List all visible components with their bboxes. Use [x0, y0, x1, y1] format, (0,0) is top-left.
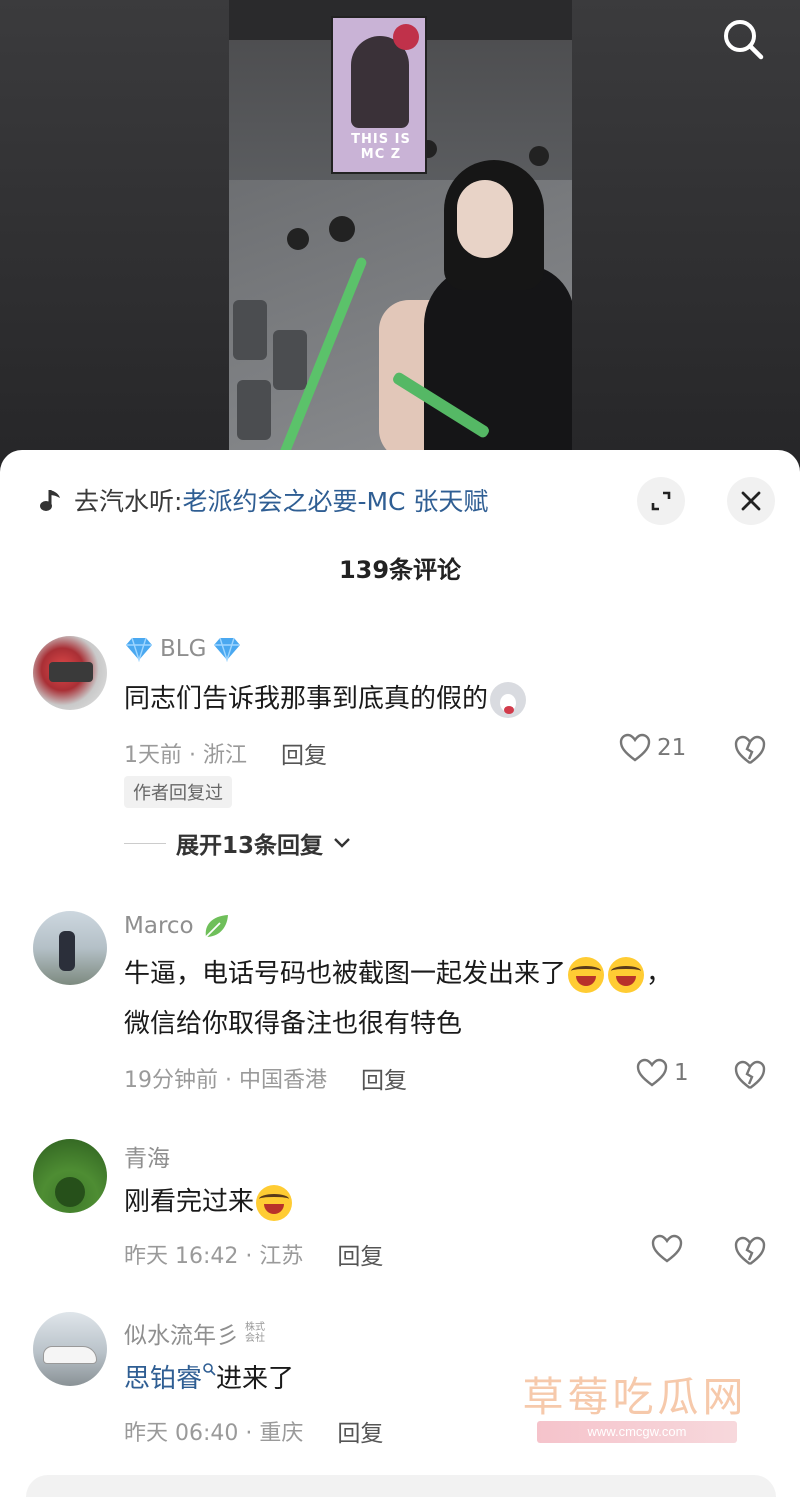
comment-username[interactable]: 似水流年彡 株式会社: [124, 1316, 269, 1350]
concert-banner: THIS IS MC Z: [331, 16, 427, 174]
avatar-person: [59, 931, 75, 971]
seat: [273, 330, 307, 390]
banner-portrait: [351, 36, 409, 128]
comment-body-line: 微信给你取得备注也很有特色: [124, 1009, 463, 1039]
reply-button[interactable]: 回复: [337, 1414, 383, 1448]
music-prefix: 去汽水听:: [74, 487, 183, 516]
comment-input-bar[interactable]: [26, 1475, 776, 1497]
like-button[interactable]: [651, 1234, 689, 1264]
comments-sheet: 去汽水听: 老派约会之必要-MC 张天赋 139条评论 BLG 同志们告诉我那事…: [0, 450, 800, 1497]
avatar[interactable]: [33, 636, 107, 710]
diamond-icon: [214, 637, 241, 662]
comment-body: 刚看完过来: [124, 1187, 255, 1217]
comment-time-location: 1天前 · 浙江: [124, 743, 247, 768]
comment-username[interactable]: BLG: [124, 636, 242, 662]
search-icon: [724, 20, 764, 60]
author-replied-badge: 作者回复过: [124, 776, 232, 808]
comment-text: 牛逼，电话号码也被截图一起发出来了 ， 微信给你取得备注也很有特色: [124, 949, 764, 1049]
comment-username[interactable]: 青海: [124, 1139, 170, 1173]
avatar[interactable]: [33, 1139, 107, 1213]
broken-heart-icon[interactable]: [733, 733, 767, 767]
reply-button[interactable]: 回复: [361, 1061, 407, 1095]
expand-replies-label: 展开13条回复: [176, 833, 324, 859]
comment-meta: 昨天 16:42 · 江苏 回复: [124, 1237, 383, 1271]
like-count: 21: [657, 735, 687, 761]
person-face: [457, 180, 513, 258]
seat: [233, 300, 267, 360]
watermark-url: www.cmcgw.com: [537, 1421, 737, 1443]
username-text: 青海: [124, 1146, 170, 1172]
music-title[interactable]: 老派约会之必要-MC 张天赋: [182, 482, 488, 518]
seat: [237, 380, 271, 440]
expand-button[interactable]: [637, 477, 685, 525]
crowd-head: [529, 146, 549, 166]
avatar[interactable]: [33, 911, 107, 985]
reply-button[interactable]: 回复: [281, 736, 327, 770]
video-frame[interactable]: THIS IS MC Z: [229, 0, 572, 460]
username-text: Marco: [124, 913, 194, 939]
username-text: BLG: [160, 636, 207, 662]
broken-heart-icon[interactable]: [733, 1058, 767, 1092]
comment-time-location: 昨天 16:42 · 江苏: [124, 1244, 304, 1269]
comment-meta: 19分钟前 · 中国香港 回复: [124, 1061, 407, 1095]
avatar-car: [43, 1346, 97, 1364]
username-suffix-badge: 株式会社: [245, 1322, 265, 1344]
user-mention-link[interactable]: 思铂睿: [124, 1364, 202, 1394]
close-button[interactable]: [727, 477, 775, 525]
comment-text: 同志们告诉我那事到底真的假的: [124, 674, 764, 724]
comment-body: 进来了: [216, 1364, 295, 1394]
avatar-car: [49, 662, 93, 682]
broken-heart-icon[interactable]: [733, 1234, 767, 1268]
comment-body: 同志们告诉我那事到底真的假的: [124, 684, 489, 714]
husky-emoji: [490, 681, 527, 718]
crowd-head: [329, 216, 355, 242]
diamond-icon: [126, 637, 152, 662]
comment-meta: 1天前 · 浙江 回复: [124, 736, 327, 770]
divider: [124, 842, 166, 844]
comment-body-tail: ，: [646, 959, 673, 989]
like-count: 1: [674, 1060, 689, 1086]
expand-icon: [651, 491, 671, 511]
heart-icon: [619, 733, 651, 762]
avatar[interactable]: [33, 1312, 107, 1386]
comment-text: 刚看完过来: [124, 1177, 764, 1227]
music-link[interactable]: 去汽水听: 老派约会之必要-MC 张天赋: [38, 480, 488, 520]
app-screen: THIS IS MC Z 去汽水听: 老派约会之必要-MC 张天赋 139条评论…: [0, 0, 800, 1497]
watermark-title: 草莓吃瓜网: [522, 1373, 748, 1421]
laughing-crying-emoji: [568, 956, 605, 993]
search-icon: [203, 1363, 216, 1376]
comment-username[interactable]: Marco: [124, 911, 232, 941]
leaf-icon: [204, 915, 228, 938]
video-player[interactable]: THIS IS MC Z: [0, 0, 800, 470]
search-button[interactable]: [718, 14, 768, 64]
comment-count-title: 139条评论: [338, 556, 462, 584]
avatar-tree: [55, 1177, 85, 1207]
laughing-crying-emoji: [256, 1184, 293, 1221]
crowd-head: [287, 228, 309, 250]
heart-icon: [651, 1234, 683, 1263]
comment-time-location: 昨天 06:40 · 重庆: [124, 1421, 304, 1446]
heart-icon: [636, 1058, 668, 1087]
comment-meta: 昨天 06:40 · 重庆 回复: [124, 1414, 383, 1448]
site-watermark: 草莓吃瓜网 www.cmcgw.com: [515, 1363, 755, 1445]
like-button[interactable]: 1: [636, 1058, 689, 1088]
person-body: [424, 265, 572, 460]
banner-logo: [393, 24, 419, 50]
comment-body-line: 牛逼，电话号码也被截图一起发出来了: [124, 959, 567, 989]
username-text: 似水流年彡: [124, 1323, 239, 1349]
music-note-icon: [40, 490, 60, 511]
close-icon: [741, 491, 761, 511]
like-button[interactable]: 21: [619, 733, 686, 763]
chevron-down-icon: [334, 838, 350, 848]
reply-button[interactable]: 回复: [337, 1237, 383, 1271]
laughing-crying-emoji: [608, 956, 645, 993]
comment-time-location: 19分钟前 · 中国香港: [124, 1068, 327, 1093]
banner-text: THIS IS MC Z: [351, 132, 411, 162]
expand-replies-button[interactable]: 展开13条回复: [124, 826, 351, 860]
